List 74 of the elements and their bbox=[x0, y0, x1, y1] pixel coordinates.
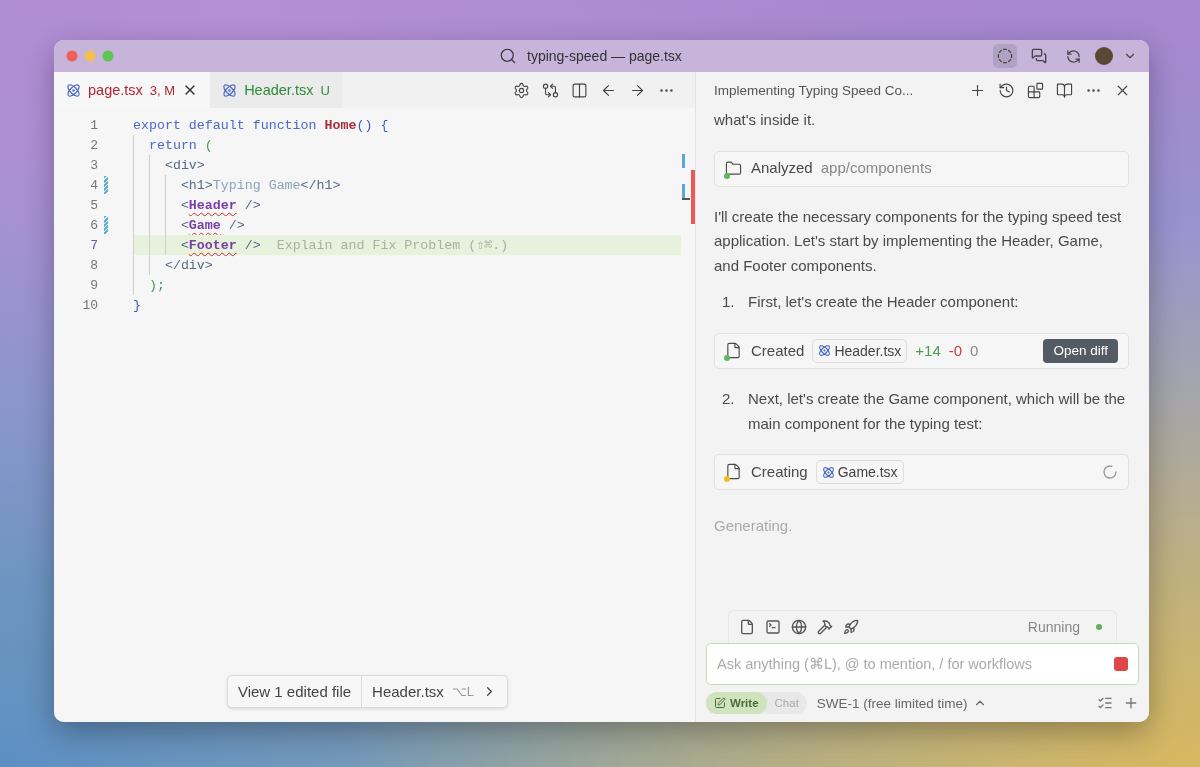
line-number: 3 bbox=[89, 157, 98, 173]
removed-count: -0 bbox=[948, 340, 963, 361]
overview-ruler-drawing bbox=[681, 154, 695, 224]
tool-verb: Analyzed bbox=[751, 158, 813, 179]
line-number: 8 bbox=[89, 257, 98, 273]
code-line: export default function Home() { bbox=[133, 116, 390, 135]
blocks-icon[interactable] bbox=[1027, 81, 1044, 99]
line-number: 9 bbox=[89, 277, 98, 293]
code-line: } bbox=[133, 296, 142, 315]
code-line: <h1>Typing Game</h1> bbox=[133, 175, 681, 195]
chat-input-box[interactable]: Ask anything (⌘L), @ to mention, / for workflows bbox=[706, 643, 1139, 685]
added-count: +14 bbox=[915, 340, 941, 361]
file-verb: Created bbox=[751, 340, 805, 361]
file-verb: Creating bbox=[751, 461, 808, 482]
editor-tab[interactable]: Header.tsx U bbox=[210, 72, 342, 108]
chat-input-field[interactable]: Ask anything (⌘L), @ to mention, / for workflows bbox=[717, 656, 1114, 672]
code-line: ); bbox=[133, 275, 681, 295]
history-icon[interactable] bbox=[998, 81, 1015, 99]
window-title: typing-speed — page.tsx bbox=[527, 48, 682, 64]
file-icon[interactable] bbox=[739, 619, 755, 635]
list-number: 2. bbox=[722, 388, 736, 409]
line-number: 7 bbox=[89, 237, 98, 253]
line-number: 5 bbox=[89, 197, 98, 213]
code-line: <div> bbox=[133, 155, 681, 175]
file-icon bbox=[725, 341, 742, 359]
file-icon bbox=[725, 463, 742, 481]
sync-icon bbox=[1065, 48, 1081, 64]
split-editor-icon[interactable] bbox=[571, 81, 588, 99]
change-count: 0 bbox=[970, 340, 979, 361]
line-number: 2 bbox=[89, 137, 98, 153]
open-diff-button[interactable]: Open diff bbox=[1043, 338, 1118, 363]
list-number: 1. bbox=[722, 292, 736, 313]
hammer-icon[interactable] bbox=[817, 619, 833, 635]
running-status: Running bbox=[1027, 619, 1080, 635]
code-line: <Header /> bbox=[133, 195, 681, 215]
globe-icon[interactable] bbox=[791, 619, 807, 635]
line-number: 4 bbox=[89, 177, 98, 193]
rocket-icon[interactable] bbox=[843, 619, 859, 635]
atom-icon bbox=[222, 82, 238, 98]
chat-icon bbox=[1031, 48, 1047, 64]
settings-icon[interactable] bbox=[513, 81, 530, 99]
model-selector[interactable]: SWE-1 (free limited time) bbox=[816, 695, 987, 711]
search-icon[interactable] bbox=[499, 47, 517, 65]
tool-target: app/components bbox=[820, 158, 932, 179]
list-item-text: First, let's create the Header component: bbox=[748, 292, 1019, 313]
chat-title: Implementing Typing Speed Co... bbox=[714, 82, 914, 98]
dashed-circle-icon bbox=[997, 48, 1013, 64]
generating-status: Generating. bbox=[714, 516, 794, 537]
avatar[interactable] bbox=[1095, 47, 1113, 65]
agent-toggle-button[interactable] bbox=[993, 44, 1017, 68]
editor-tab[interactable]: page.tsx 3, M bbox=[54, 72, 211, 108]
atom-icon bbox=[66, 82, 81, 98]
line-number: 10 bbox=[81, 297, 98, 313]
mode-toggle[interactable]: Write bbox=[706, 692, 767, 714]
chat-paragraph: I'll create the necessary components for the typing speed test application. Let's start by implementing the Header, Game, and Footer components. bbox=[714, 206, 1123, 276]
pencil-icon bbox=[714, 697, 726, 709]
checklist-icon[interactable] bbox=[1097, 695, 1113, 711]
code-line: <Game /> bbox=[133, 215, 681, 235]
atom-icon bbox=[818, 344, 832, 358]
folder-icon bbox=[725, 159, 742, 177]
chat-paragraph: what's inside it. bbox=[714, 110, 817, 130]
atom-icon bbox=[821, 465, 835, 479]
compare-icon[interactable] bbox=[542, 81, 559, 99]
code-line: </div> bbox=[133, 255, 681, 275]
terminal-icon[interactable] bbox=[765, 619, 781, 635]
code-line: return ( bbox=[133, 135, 681, 155]
edited-file-button[interactable]: Header.tsx ⌥L bbox=[361, 676, 508, 707]
list-item-text: Next, let's create the Game component, which will be the main component for the typing test: bbox=[748, 388, 1127, 434]
line-number: 6 bbox=[89, 217, 98, 233]
file-chip[interactable]: Header.tsx bbox=[812, 338, 908, 363]
view-edited-files-button[interactable]: View 1 edited file bbox=[227, 676, 362, 707]
book-icon[interactable] bbox=[1056, 81, 1073, 99]
line-number: 1 bbox=[89, 117, 98, 133]
file-chip[interactable]: Game.tsx bbox=[815, 460, 904, 485]
